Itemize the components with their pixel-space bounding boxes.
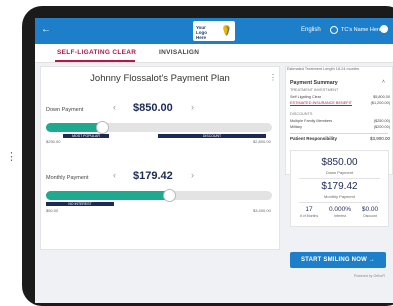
discount-item-value: ($200.00) <box>373 125 390 129</box>
payment-overview-card: $850.00 Down Payment $179.42 Monthly Pay… <box>290 150 389 227</box>
monthly-payment-handle[interactable] <box>163 189 176 202</box>
monthly-payment-min: $50.00 <box>46 208 59 213</box>
down-payment-slider[interactable] <box>46 121 272 134</box>
powered-by: Powered by OrthoFi <box>354 274 386 278</box>
monthly-payment-slider[interactable] <box>46 189 272 202</box>
stat-value: $0.00 <box>361 206 379 213</box>
summary-item-value: ($1,200.00) <box>370 101 390 105</box>
stat-label: Interest <box>334 214 346 218</box>
down-payment-amount: $850.00 <box>133 102 173 114</box>
stat-label: # of Months <box>299 214 319 218</box>
user-circle-icon[interactable] <box>380 25 388 33</box>
discount-item-value: ($250.00) <box>373 119 390 123</box>
card-monthly-amount: $179.42 <box>321 181 358 192</box>
card-down-label: Down Payment <box>325 170 354 175</box>
globe-icon[interactable] <box>330 26 338 34</box>
chevron-right-icon[interactable]: › <box>191 102 194 112</box>
discount-item-label: Multiple Family Members <box>290 119 333 123</box>
payment-plan-panel: Johnny Flossalot's Payment Plan ⋮ Down P… <box>40 66 280 250</box>
stat-value: 17 <box>305 206 313 213</box>
discounts-heading: DISCOUNTS <box>290 112 313 116</box>
user-name[interactable]: TC's Name Here <box>341 27 382 33</box>
monthly-payment-amount: $179.42 <box>133 170 173 182</box>
insurance-benefit-link[interactable]: ESTIMATED INSURANCE BENEFIT <box>290 101 352 105</box>
logo-mark-icon <box>223 25 230 36</box>
summary-item-label: Self Ligating Clear <box>290 95 322 99</box>
monthly-payment-max: $3,400.00 <box>253 208 271 213</box>
top-bar: ← Your Logo Here English TC's Name Here <box>35 18 393 44</box>
divider <box>299 202 380 203</box>
treatment-investment-heading: TREATMENT INVESTMENT <box>290 88 339 92</box>
divider <box>290 133 388 134</box>
patient-responsibility-label: Patient Responsibility <box>290 136 338 141</box>
payment-summary-title: Payment Summary <box>290 80 338 86</box>
stat-label: Discount <box>363 214 377 218</box>
chevron-left-icon[interactable]: ‹ <box>113 170 116 180</box>
no-interest-tag: NO INTEREST <box>46 202 114 206</box>
discount-item-label: Military <box>290 125 303 129</box>
stat-months: 17 # of Months <box>294 206 324 218</box>
discount-tag: DISCOUNT <box>158 134 266 138</box>
treatment-tabs: SELF-LIGATING CLEAR INVISALIGN <box>35 44 393 63</box>
arrow-left-icon[interactable]: ← <box>41 24 51 35</box>
treatment-length-hint: Estimated Treatment Length 18-24 months <box>287 67 359 71</box>
start-smiling-button[interactable]: START SMILING NOW → <box>290 252 386 268</box>
divider <box>299 178 380 179</box>
monthly-payment-label: Monthly Payment <box>46 175 89 181</box>
tab-self-ligating-clear[interactable]: SELF-LIGATING CLEAR <box>57 49 136 56</box>
down-payment-handle[interactable] <box>96 121 109 134</box>
summary-item-value: $5,800.00 <box>373 95 390 99</box>
tab-invisalign[interactable]: INVISALIGN <box>159 49 199 56</box>
plan-title: Johnny Flossalot's Payment Plan <box>90 73 230 84</box>
stat-interest: 0.000% Interest <box>325 206 355 218</box>
chevron-right-icon[interactable]: › <box>191 170 194 180</box>
card-down-amount: $850.00 <box>321 157 358 168</box>
active-tab-underline <box>55 60 135 62</box>
language-selector[interactable]: English <box>301 27 321 33</box>
down-payment-label: Down Payment <box>46 107 84 113</box>
chevron-left-icon[interactable]: ‹ <box>113 102 116 112</box>
most-popular-tag: MOST POPULAR <box>63 134 109 138</box>
down-payment-min: $250.00 <box>46 139 61 144</box>
down-payment-fill <box>46 123 102 132</box>
monthly-payment-fill <box>46 191 170 200</box>
card-monthly-label: Monthly Payment <box>324 194 355 199</box>
stat-discount: $0.00 Discount <box>355 206 385 218</box>
kebab-menu-icon[interactable]: ⋮ <box>269 73 277 82</box>
down-payment-max: $2,800.00 <box>253 139 271 144</box>
stat-value: 0.000% <box>328 206 352 213</box>
logo: Your Logo Here <box>193 21 235 41</box>
chevron-up-icon[interactable]: ˄ <box>382 79 385 85</box>
chevron-icon: ⋮ <box>6 151 17 163</box>
patient-responsibility-value: $3,900.00 <box>369 136 390 141</box>
logo-text: Your Logo Here <box>196 25 207 40</box>
